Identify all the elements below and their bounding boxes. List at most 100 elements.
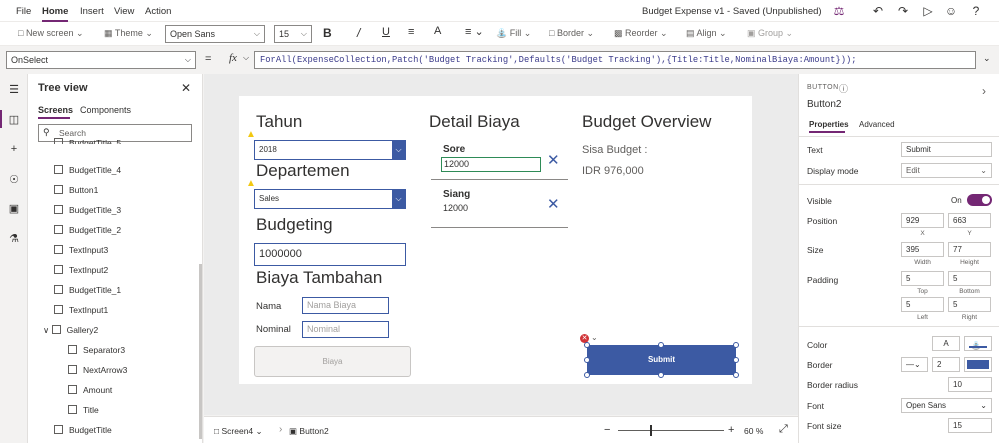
menu-home[interactable]: Home: [42, 6, 69, 22]
resize-handle[interactable]: [658, 372, 664, 378]
font-select[interactable]: Open Sans ⌵: [165, 25, 265, 43]
media-icon[interactable]: ▣: [7, 202, 21, 216]
close-icon[interactable]: ✕: [181, 81, 191, 95]
fx-icon[interactable]: fx: [229, 52, 237, 64]
padding-right-input[interactable]: 5: [948, 297, 991, 312]
screen-breadcrumb[interactable]: □ Screen4 ⌄: [214, 426, 263, 437]
border-button[interactable]: □ Border ⌄: [549, 28, 594, 39]
tab-properties[interactable]: Properties: [809, 120, 849, 129]
close-icon[interactable]: ✕: [547, 151, 560, 169]
strikethrough-icon[interactable]: ≡: [408, 26, 414, 38]
fill-color-picker[interactable]: ⛲: [964, 336, 992, 351]
border-thickness-input[interactable]: 2: [932, 357, 960, 372]
group-button[interactable]: ▣ Group ⌄: [747, 28, 793, 39]
position-x-input[interactable]: 929: [901, 213, 944, 228]
position-y-input[interactable]: 663: [948, 213, 991, 228]
share-user-icon[interactable]: ☺: [944, 4, 958, 18]
theme-button[interactable]: ▦ Theme ⌄: [104, 28, 153, 39]
tahun-dropdown[interactable]: 2018 ⌵: [254, 140, 406, 160]
property-select[interactable]: OnSelect ⌵: [6, 51, 196, 69]
display-mode-select[interactable]: Edit ⌄: [901, 163, 992, 178]
expand-chevron-icon[interactable]: ∨: [43, 325, 52, 335]
font-select[interactable]: Open Sans ⌄: [901, 398, 992, 413]
tree-item[interactable]: BudgetTitle_3: [54, 205, 121, 215]
detail-gallery[interactable]: Sore 12000 ✕ Siang 12000 ✕: [431, 139, 568, 229]
resize-handle[interactable]: [733, 372, 739, 378]
tab-screens[interactable]: Screens: [38, 105, 73, 115]
expand-formula-icon[interactable]: ⌄: [983, 53, 991, 64]
tree-item[interactable]: BudgetTitle_1: [54, 285, 121, 295]
menu-insert[interactable]: Insert: [80, 6, 104, 17]
menu-file[interactable]: File: [16, 6, 31, 17]
departemen-dropdown[interactable]: Sales ⌵: [254, 189, 406, 209]
tree-item[interactable]: TextInput3: [54, 245, 108, 255]
database-icon[interactable]: ☉: [7, 173, 21, 187]
zoom-in-icon[interactable]: +: [728, 424, 734, 436]
chevron-down-icon[interactable]: ⌵: [243, 53, 249, 63]
padding-top-input[interactable]: 5: [901, 271, 944, 286]
app-checker-icon[interactable]: ⚖: [832, 4, 846, 18]
resize-handle[interactable]: [733, 357, 739, 363]
submit-button[interactable]: Submit: [587, 345, 736, 375]
menu-action[interactable]: Action: [145, 6, 171, 17]
tab-components[interactable]: Components: [80, 105, 131, 115]
bold-icon[interactable]: B: [323, 26, 332, 40]
zoom-slider[interactable]: [618, 430, 724, 431]
tree-item[interactable]: TextInput2: [54, 265, 108, 275]
padding-bottom-input[interactable]: 5: [948, 271, 991, 286]
border-radius-input[interactable]: 10: [948, 377, 992, 392]
tree-item[interactable]: NextArrow3: [68, 365, 127, 375]
layers-icon[interactable]: ◫: [7, 113, 21, 127]
gallery-item-amount[interactable]: 12000: [441, 157, 541, 172]
help-icon[interactable]: ?: [969, 4, 983, 18]
formula-input[interactable]: ForAll(ExpenseCollection,Patch('Budget T…: [254, 51, 976, 69]
underline-icon[interactable]: U: [382, 26, 390, 38]
tree-item[interactable]: TextInput1: [54, 305, 108, 315]
border-style-select[interactable]: —⌄: [901, 357, 928, 372]
text-color-picker[interactable]: A: [932, 336, 960, 351]
help-icon[interactable]: ⓘ: [839, 82, 848, 95]
resize-handle[interactable]: [584, 357, 590, 363]
play-icon[interactable]: ▷: [921, 4, 935, 18]
app-screen[interactable]: Tahun ▲ 2018 ⌵ Departemen ▲ Sales ⌵ Budg…: [239, 96, 752, 384]
tree-item[interactable]: ∨ Gallery2: [43, 325, 98, 336]
budgeting-input[interactable]: 1000000: [254, 243, 406, 266]
resize-handle[interactable]: [733, 342, 739, 348]
tree-item[interactable]: BudgetTitle: [54, 425, 112, 435]
tab-advanced[interactable]: Advanced: [859, 120, 895, 129]
reorder-button[interactable]: ▩ Reorder ⌄: [614, 28, 668, 39]
chevron-right-icon[interactable]: ›: [982, 84, 986, 98]
hamburger-icon[interactable]: ☰: [7, 83, 21, 97]
visible-toggle[interactable]: [967, 194, 992, 206]
padding-left-input[interactable]: 5: [901, 297, 944, 312]
width-input[interactable]: 395: [901, 242, 944, 257]
tree-item[interactable]: Button1: [54, 185, 98, 195]
scrollbar[interactable]: [199, 264, 202, 439]
nominal-input[interactable]: Nominal: [302, 321, 389, 338]
menu-view[interactable]: View: [114, 6, 134, 17]
close-icon[interactable]: ✕: [547, 195, 560, 213]
tools-icon[interactable]: ⚗: [7, 232, 21, 246]
plus-icon[interactable]: +: [7, 142, 21, 156]
fill-button[interactable]: ⛲ Fill ⌄: [496, 28, 531, 39]
new-screen-button[interactable]: □ New screen ⌄: [18, 28, 84, 39]
border-color-picker[interactable]: [964, 357, 992, 372]
tree-item[interactable]: Separator3: [68, 345, 125, 355]
undo-icon[interactable]: ↶: [871, 4, 885, 18]
nama-input[interactable]: Nama Biaya: [302, 297, 389, 314]
zoom-out-icon[interactable]: −: [604, 424, 610, 436]
align-button[interactable]: ▤ Align ⌄: [686, 28, 727, 39]
text-align-icon[interactable]: ≡ ⌄: [465, 25, 484, 38]
height-input[interactable]: 77: [948, 242, 991, 257]
font-size-select[interactable]: 15 ⌵: [274, 25, 312, 43]
tree-item[interactable]: Title: [68, 405, 99, 415]
text-input[interactable]: Submit: [901, 142, 992, 157]
tree-item[interactable]: BudgetTitle_2: [54, 225, 121, 235]
font-size-input[interactable]: 15: [948, 418, 992, 433]
italic-icon[interactable]: /: [357, 26, 360, 40]
biaya-button[interactable]: Biaya: [254, 346, 411, 377]
tree-item[interactable]: BudgetTitle_4: [54, 165, 121, 175]
resize-handle[interactable]: [658, 342, 664, 348]
resize-handle[interactable]: [584, 372, 590, 378]
tree-item[interactable]: BudgetTitle_5: [54, 138, 121, 144]
